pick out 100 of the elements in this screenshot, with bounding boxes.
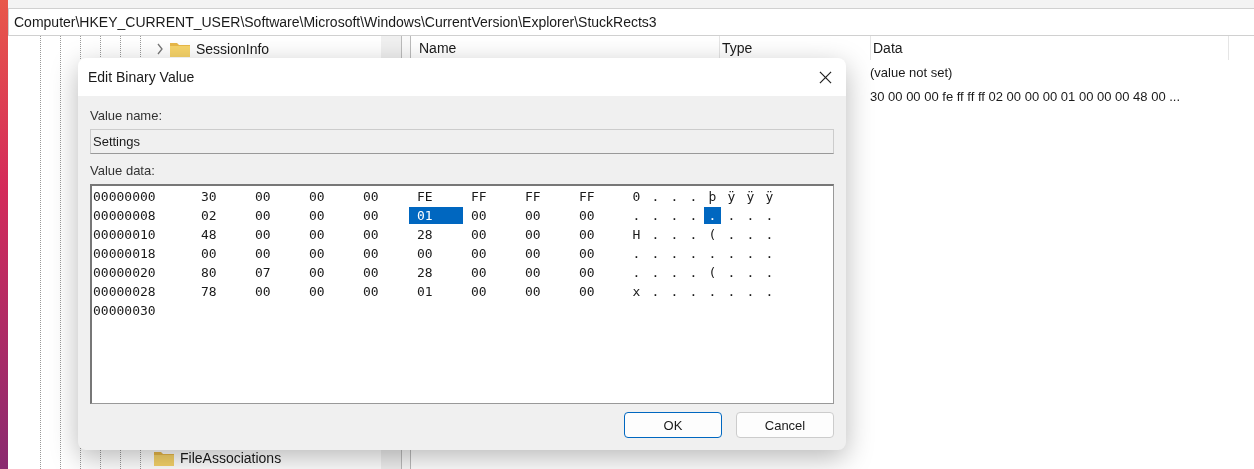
ascii-char[interactable]: .: [688, 245, 699, 262]
hex-byte[interactable]: 00: [517, 264, 571, 281]
hex-byte[interactable]: 00: [193, 245, 247, 262]
hex-byte[interactable]: 01: [409, 207, 463, 224]
ascii-char[interactable]: .: [688, 207, 699, 224]
ascii-char[interactable]: .: [650, 264, 661, 281]
ascii-char[interactable]: .: [669, 226, 680, 243]
hex-byte[interactable]: 00: [355, 283, 409, 300]
hex-byte[interactable]: FF: [517, 188, 571, 205]
ascii-char[interactable]: .: [726, 226, 737, 243]
hex-byte[interactable]: 00: [301, 226, 355, 243]
hex-byte[interactable]: 00: [463, 226, 517, 243]
hex-byte[interactable]: 00: [463, 245, 517, 262]
ascii-char[interactable]: .: [631, 264, 642, 281]
hex-byte[interactable]: 00: [355, 245, 409, 262]
ascii-char[interactable]: .: [650, 226, 661, 243]
ascii-char[interactable]: .: [650, 245, 661, 262]
ascii-char[interactable]: .: [688, 226, 699, 243]
ascii-char[interactable]: .: [650, 188, 661, 205]
hex-byte[interactable]: 00: [571, 245, 625, 262]
hex-byte[interactable]: 00: [463, 264, 517, 281]
ascii-char[interactable]: .: [764, 207, 775, 224]
hex-byte[interactable]: 00: [571, 283, 625, 300]
hex-byte[interactable]: 07: [247, 264, 301, 281]
ascii-char[interactable]: .: [688, 188, 699, 205]
ascii-char[interactable]: .: [745, 264, 756, 281]
hex-byte[interactable]: 00: [301, 283, 355, 300]
hex-byte[interactable]: FF: [571, 188, 625, 205]
hex-byte[interactable]: 00: [247, 283, 301, 300]
ascii-char[interactable]: .: [745, 245, 756, 262]
ascii-char[interactable]: .: [650, 283, 661, 300]
ascii-char[interactable]: ÿ: [726, 188, 737, 205]
hex-byte[interactable]: 00: [301, 245, 355, 262]
ascii-char[interactable]: .: [745, 226, 756, 243]
hex-editor[interactable]: [90, 184, 834, 404]
ascii-char[interactable]: .: [669, 283, 680, 300]
ascii-char[interactable]: .: [745, 207, 756, 224]
hex-byte[interactable]: FF: [463, 188, 517, 205]
ascii-char[interactable]: (: [707, 264, 718, 281]
ascii-char[interactable]: .: [669, 264, 680, 281]
ascii-char[interactable]: .: [764, 245, 775, 262]
hex-byte[interactable]: 00: [517, 245, 571, 262]
hex-byte[interactable]: FE: [409, 188, 463, 205]
ascii-char[interactable]: .: [688, 264, 699, 281]
ascii-char[interactable]: (: [707, 226, 718, 243]
ascii-char[interactable]: .: [669, 245, 680, 262]
ascii-char[interactable]: .: [764, 264, 775, 281]
hex-byte[interactable]: 00: [301, 188, 355, 205]
hex-byte[interactable]: 00: [463, 207, 517, 224]
ascii-char[interactable]: .: [707, 283, 718, 300]
hex-byte[interactable]: 01: [409, 283, 463, 300]
hex-byte[interactable]: 02: [193, 207, 247, 224]
hex-byte[interactable]: 00: [517, 283, 571, 300]
hex-byte[interactable]: 48: [193, 226, 247, 243]
hex-byte[interactable]: 00: [247, 245, 301, 262]
close-icon[interactable]: [819, 70, 832, 84]
hex-byte[interactable]: 28: [409, 226, 463, 243]
ascii-char[interactable]: ÿ: [764, 188, 775, 205]
ascii-char[interactable]: H: [631, 226, 642, 243]
hex-byte[interactable]: 28: [409, 264, 463, 281]
hex-byte[interactable]: 00: [571, 264, 625, 281]
hex-byte[interactable]: 00: [355, 207, 409, 224]
ascii-char[interactable]: .: [688, 283, 699, 300]
hex-byte[interactable]: 00: [571, 226, 625, 243]
hex-byte[interactable]: 78: [193, 283, 247, 300]
ascii-char[interactable]: x: [631, 283, 642, 300]
hex-byte[interactable]: 00: [355, 188, 409, 205]
ascii-char[interactable]: .: [650, 207, 661, 224]
ascii-char[interactable]: .: [726, 264, 737, 281]
ascii-char[interactable]: .: [764, 283, 775, 300]
ascii-char[interactable]: .: [764, 226, 775, 243]
ascii-char[interactable]: .: [745, 283, 756, 300]
ascii-char[interactable]: .: [726, 283, 737, 300]
ascii-char[interactable]: .: [707, 245, 718, 262]
address-bar[interactable]: Computer\HKEY_CURRENT_USER\Software\Microsoft\Windows\CurrentVersion\Explorer\StuckRects3: [8, 8, 1254, 36]
value-name-field[interactable]: Settings: [90, 129, 834, 154]
hex-byte[interactable]: 00: [409, 245, 463, 262]
ascii-char[interactable]: þ: [707, 188, 718, 205]
ascii-char[interactable]: .: [631, 207, 642, 224]
hex-byte[interactable]: 00: [517, 226, 571, 243]
hex-byte[interactable]: 00: [571, 207, 625, 224]
hex-byte[interactable]: 00: [247, 226, 301, 243]
ascii-char[interactable]: .: [704, 207, 721, 224]
column-header[interactable]: Data: [871, 36, 1229, 60]
ascii-char[interactable]: .: [669, 207, 680, 224]
ascii-char[interactable]: .: [726, 245, 737, 262]
hex-byte[interactable]: 00: [355, 264, 409, 281]
ascii-char[interactable]: .: [669, 188, 680, 205]
hex-byte[interactable]: 00: [301, 264, 355, 281]
hex-byte[interactable]: 00: [301, 207, 355, 224]
hex-byte[interactable]: 80: [193, 264, 247, 281]
hex-byte[interactable]: 30: [193, 188, 247, 205]
ascii-char[interactable]: 0: [631, 188, 642, 205]
hex-byte[interactable]: 00: [463, 283, 517, 300]
hex-byte[interactable]: 00: [355, 226, 409, 243]
chevron-icon[interactable]: [156, 43, 164, 55]
hex-byte[interactable]: 00: [247, 207, 301, 224]
cancel-button[interactable]: Cancel: [736, 412, 834, 438]
hex-byte[interactable]: 00: [517, 207, 571, 224]
ascii-char[interactable]: ÿ: [745, 188, 756, 205]
